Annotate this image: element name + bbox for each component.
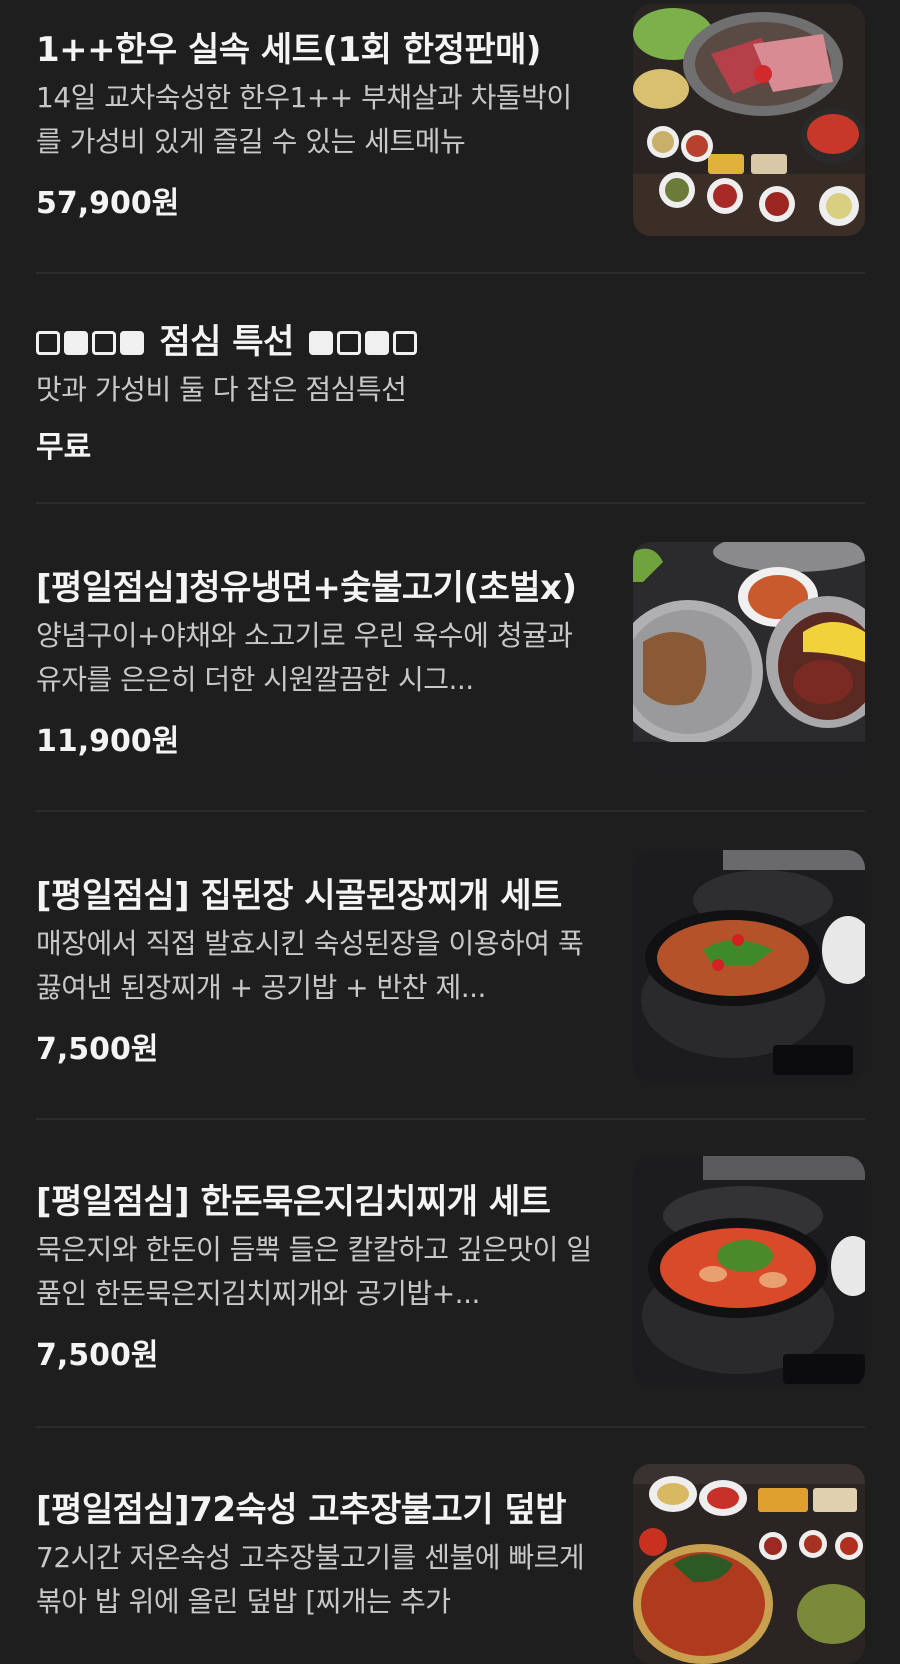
menu-item[interactable]: [평일점심]청유냉면+숯불고기(초벌x) 양념구이+야채와 소고기로 우린 육수…: [36, 504, 865, 810]
menu-item-image: [633, 1464, 865, 1664]
menu-item[interactable]: 1++한우 실속 세트(1회 한정판매) 14일 교차숙성한 한우1++ 부채살…: [36, 0, 865, 272]
menu-item-description: 맛과 가성비 둘 다 잡은 점심특선: [36, 373, 407, 406]
menu-item[interactable]: [평일점심]72숙성 고추장불고기 덮밥 72시간 저온숙성 고추장불고기를 센…: [36, 1428, 865, 1664]
menu-item-description: 72시간 저온숙성 고추장불고기를 센불에 빠르게 볶아 밥 위에 올린 덮밥 …: [36, 1541, 585, 1618]
menu-item-title: [평일점심] 한돈묵은지김치찌개 세트: [36, 1182, 551, 1222]
menu-item-title: [평일점심]72숙성 고추장불고기 덮밥: [36, 1490, 567, 1530]
menu-item-price: 7,500원: [36, 1032, 159, 1067]
menu-item-title: [평일점심]청유냉면+숯불고기(초벌x): [36, 568, 577, 608]
menu-item-price: 무료: [36, 430, 92, 465]
menu-item-image: [633, 4, 865, 236]
menu-item-image: [633, 542, 865, 774]
menu-item-title: 점심 특선: [36, 314, 421, 363]
menu-item-title-text: 점심 특선: [159, 322, 294, 362]
menu-item-price: 57,900원: [36, 186, 180, 221]
menu-list: 1++한우 실속 세트(1회 한정판매) 14일 교차숙성한 한우1++ 부채살…: [0, 0, 900, 1664]
menu-item-title: 1++한우 실속 세트(1회 한정판매): [36, 30, 541, 70]
menu-item[interactable]: [평일점심] 한돈묵은지김치찌개 세트 묵은지와 한돈이 듬뿍 들은 칼칼하고 …: [36, 1120, 865, 1426]
title-decoration-squares: [36, 322, 159, 362]
menu-item-title: [평일점심] 집된장 시골된장찌개 세트: [36, 876, 562, 916]
menu-item-description: 매장에서 직접 발효시킨 숙성된장을 이용하여 푹 끓여낸 된장찌개 + 공기밥…: [36, 927, 584, 1004]
menu-item[interactable]: [평일점심] 집된장 시골된장찌개 세트 매장에서 직접 발효시킨 숙성된장을 …: [36, 812, 865, 1118]
menu-item-image: [633, 1156, 865, 1388]
menu-item-description: 14일 교차숙성한 한우1++ 부채살과 차돌박이를 가성비 있게 즐길 수 있…: [36, 81, 572, 158]
menu-item[interactable]: 점심 특선 맛과 가성비 둘 다 잡은 점심특선 무료: [36, 274, 865, 502]
title-decoration-squares: [298, 322, 421, 362]
menu-item-price: 7,500원: [36, 1338, 159, 1373]
menu-item-image: [633, 850, 865, 1082]
menu-item-description: 양념구이+야채와 소고기로 우린 육수에 청귤과 유자를 은은히 더한 시원깔끔…: [36, 619, 573, 696]
menu-item-price: 11,900원: [36, 724, 180, 759]
menu-item-description: 묵은지와 한돈이 듬뿍 들은 칼칼하고 깊은맛이 일품인 한돈묵은지김치찌개와 …: [36, 1233, 592, 1310]
